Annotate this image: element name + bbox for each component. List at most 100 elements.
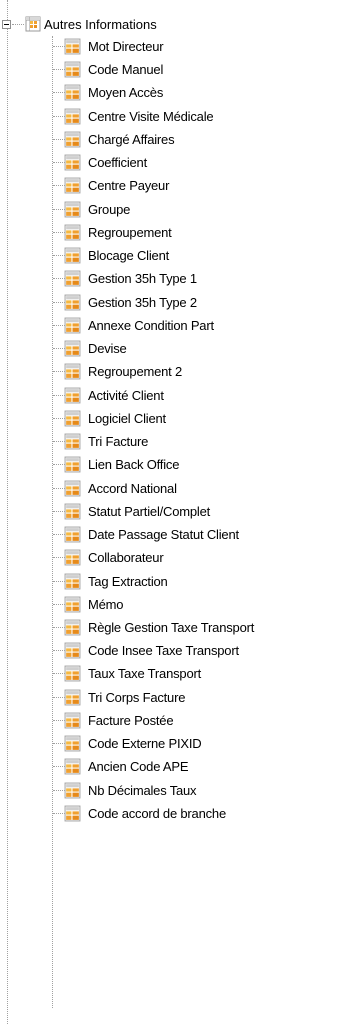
tree-item[interactable]: Gestion 35h Type 1 (0, 268, 357, 290)
tree-item[interactable]: Taux Taxe Transport (0, 663, 357, 685)
tree-item[interactable]: Blocage Client (0, 245, 357, 267)
tree-item[interactable]: Coefficient (0, 152, 357, 174)
tree-node-label[interactable]: Autres Informations (44, 16, 157, 33)
tree-item[interactable]: Devise (0, 338, 357, 360)
tree-item[interactable]: Statut Partiel/Complet (0, 501, 357, 523)
tree-item-label[interactable]: Mot Directeur (88, 38, 164, 55)
field-icon (64, 154, 81, 171)
tree-item[interactable]: Règle Gestion Taxe Transport (0, 617, 357, 639)
tree-item-label[interactable]: Logiciel Client (88, 410, 166, 427)
tree-item[interactable]: Tri Facture (0, 431, 357, 453)
tree-item[interactable]: Date Passage Statut Client (0, 524, 357, 546)
tree-view[interactable]: Autres Informations Mot Directeur Code Ma… (0, 0, 357, 1024)
tree-item[interactable]: Facture Postée (0, 710, 357, 732)
field-icon (64, 758, 81, 775)
tree-item[interactable]: Annexe Condition Part (0, 315, 357, 337)
field-icon (64, 549, 81, 566)
field-icon (64, 247, 81, 264)
tree-item-label[interactable]: Facture Postée (88, 712, 174, 729)
tree-item-label[interactable]: Ancien Code APE (88, 758, 189, 775)
field-icon (64, 433, 81, 450)
tree-item[interactable]: Code Manuel (0, 59, 357, 81)
tree-item-label[interactable]: Annexe Condition Part (88, 317, 214, 334)
field-icon (64, 85, 81, 101)
field-icon (64, 224, 81, 241)
tree-item[interactable]: Code Externe PIXID (0, 733, 357, 755)
tree-item-label[interactable]: Tri Facture (88, 433, 148, 450)
tree-item-label[interactable]: Chargé Affaires (88, 131, 175, 148)
tree-item[interactable]: Accord National (0, 478, 357, 500)
field-icon (64, 456, 81, 473)
tree-item-label[interactable]: Code Externe PIXID (88, 735, 202, 752)
tree-item-label[interactable]: Date Passage Statut Client (88, 526, 239, 543)
tree-item-label[interactable]: Mémo (88, 596, 124, 613)
field-icon (64, 805, 81, 822)
field-icon (64, 340, 81, 357)
tree-item-label[interactable]: Groupe (88, 201, 130, 218)
tree-item[interactable]: Regroupement (0, 222, 357, 244)
field-icon (64, 410, 81, 427)
field-icon (64, 689, 81, 706)
tree-item-label[interactable]: Accord National (88, 480, 177, 497)
field-icon (64, 270, 81, 287)
tree-item[interactable]: Gestion 35h Type 2 (0, 292, 357, 314)
tree-item[interactable]: Centre Payeur (0, 175, 357, 197)
tree-item-label[interactable]: Centre Visite Médicale (88, 108, 214, 125)
tree-item[interactable]: Centre Visite Médicale (0, 106, 357, 128)
tree-item-label[interactable]: Code accord de branche (88, 805, 226, 822)
tree-item-label[interactable]: Centre Payeur (88, 177, 169, 194)
tree-item-label[interactable]: Statut Partiel/Complet (88, 503, 210, 520)
tree-item-label[interactable]: Coefficient (88, 154, 147, 171)
tree-item-label[interactable]: Code Insee Taxe Transport (88, 642, 239, 659)
tree-connector-line (12, 24, 24, 25)
field-icon (64, 317, 81, 334)
tree-item-label[interactable]: Moyen Accès (88, 84, 163, 101)
tree-item[interactable]: Activité Client (0, 385, 357, 407)
tree-item[interactable]: Mot Directeur (0, 36, 357, 58)
tree-item-label[interactable]: Collaborateur (88, 549, 164, 566)
tree-item-label[interactable]: Blocage Client (88, 247, 169, 264)
field-icon (64, 177, 81, 194)
tree-item-label[interactable]: Regroupement 2 (88, 363, 182, 380)
tree-item[interactable]: Tag Extraction (0, 571, 357, 593)
field-icon (64, 131, 81, 148)
field-icon (64, 108, 81, 125)
tree-node-autres-informations[interactable]: Autres Informations (0, 14, 357, 36)
tree-item[interactable]: Code accord de branche (0, 803, 357, 825)
tree-item-label[interactable]: Règle Gestion Taxe Transport (88, 619, 254, 636)
tree-item-label[interactable]: Lien Back Office (88, 456, 179, 473)
tree-item-label[interactable]: Taux Taxe Transport (88, 665, 201, 682)
tree-item-label[interactable]: Tag Extraction (88, 573, 168, 590)
tree-item[interactable]: Mémo (0, 594, 357, 616)
tree-item[interactable]: Nb Décimales Taux (0, 780, 357, 802)
field-icon (64, 735, 81, 752)
tree-item[interactable]: Groupe (0, 199, 357, 221)
tree-item[interactable]: Code Insee Taxe Transport (0, 640, 357, 662)
field-icon (64, 387, 81, 404)
tree-item[interactable]: Logiciel Client (0, 408, 357, 430)
tree-item[interactable]: Tri Corps Facture (0, 687, 357, 709)
field-icon (64, 619, 81, 636)
table-icon (25, 16, 41, 32)
field-icon (64, 526, 81, 543)
field-icon (64, 480, 81, 497)
tree-item-label[interactable]: Gestion 35h Type 2 (88, 294, 197, 311)
tree-item-label[interactable]: Devise (88, 340, 127, 357)
tree-item[interactable]: Moyen Accès (0, 82, 357, 104)
tree-item-label[interactable]: Tri Corps Facture (88, 689, 185, 706)
collapse-toggle-icon[interactable] (2, 20, 11, 29)
field-icon (64, 294, 81, 311)
tree-item-label[interactable]: Activité Client (88, 387, 164, 404)
field-icon (64, 363, 81, 380)
tree-item-label[interactable]: Nb Décimales Taux (88, 782, 197, 799)
field-icon (64, 201, 81, 218)
tree-item-label[interactable]: Gestion 35h Type 1 (88, 270, 197, 287)
field-icon (64, 38, 81, 55)
tree-item[interactable]: Lien Back Office (0, 454, 357, 476)
tree-item[interactable]: Ancien Code APE (0, 756, 357, 778)
tree-item[interactable]: Chargé Affaires (0, 129, 357, 151)
tree-item-label[interactable]: Regroupement (88, 224, 172, 241)
tree-item[interactable]: Collaborateur (0, 547, 357, 569)
tree-item-label[interactable]: Code Manuel (88, 61, 163, 78)
tree-item[interactable]: Regroupement 2 (0, 361, 357, 383)
